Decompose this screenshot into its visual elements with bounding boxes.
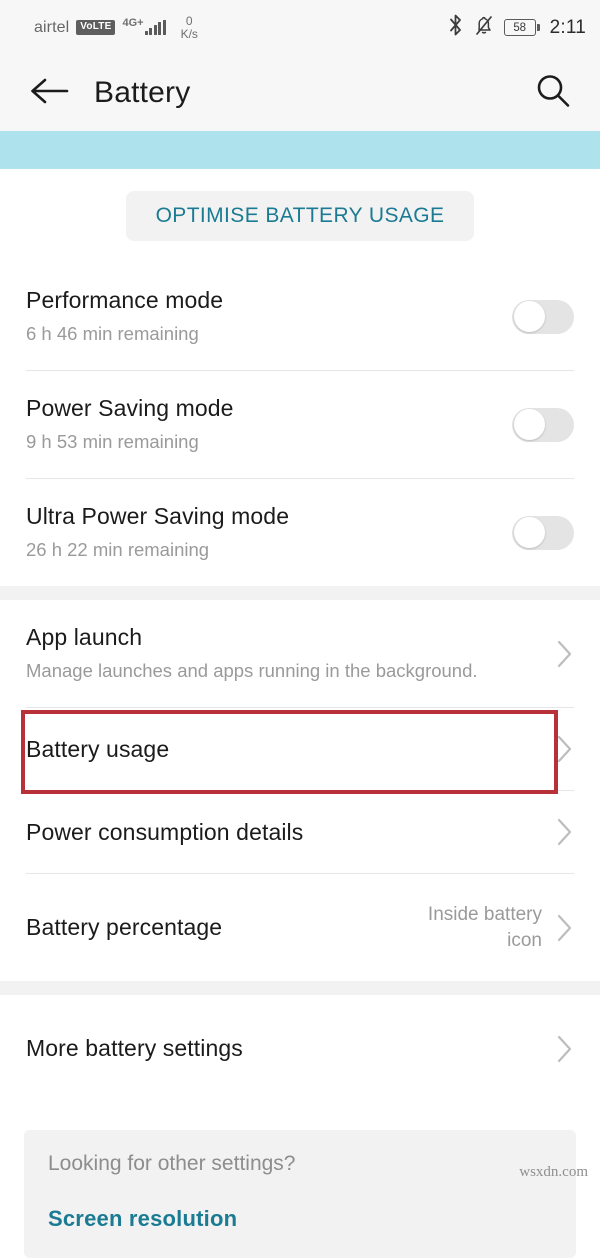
carrier-label: airtel	[34, 18, 70, 36]
row-subtitle: 9 h 53 min remaining	[26, 430, 199, 452]
row-battery-usage[interactable]: Battery usage	[0, 708, 600, 790]
row-title: More battery settings	[26, 1035, 243, 1061]
row-title: Power consumption details	[26, 818, 304, 845]
watermark: wsxdn.com	[519, 1164, 588, 1180]
row-texts: Performance mode 6 h 46 min remaining	[26, 287, 494, 346]
accent-band	[0, 131, 600, 169]
chevron-right-icon	[556, 1034, 574, 1064]
power-saving-mode-toggle[interactable]	[512, 407, 574, 442]
other-settings-card: Looking for other settings? Screen resol…	[24, 1130, 576, 1258]
section-separator	[0, 586, 600, 600]
row-texts: More battery settings	[26, 1035, 542, 1062]
other-settings-question: Looking for other settings?	[48, 1152, 296, 1175]
data-speed-value: 0	[185, 13, 193, 28]
toggle-knob	[513, 301, 545, 332]
more-settings-group: More battery settings	[0, 995, 600, 1102]
row-battery-percentage[interactable]: Battery percentage Inside battery icon	[0, 874, 600, 981]
chevron-right-icon	[556, 734, 574, 764]
clock-label: 2:11	[549, 16, 586, 38]
row-texts: Battery percentage	[26, 914, 380, 941]
search-button[interactable]	[530, 70, 576, 116]
toggle-knob	[513, 517, 545, 548]
optimise-battery-usage-button[interactable]: OPTIMISE BATTERY USAGE	[125, 191, 475, 241]
bluetooth-icon	[447, 14, 464, 41]
row-texts: App launch Manage launches and apps runn…	[26, 624, 542, 683]
row-title: Battery usage	[26, 735, 170, 762]
row-texts: Ultra Power Saving mode 26 h 22 min rema…	[26, 503, 494, 562]
row-power-consumption-details[interactable]: Power consumption details	[0, 791, 600, 873]
signal-bars-icon	[144, 20, 166, 35]
battery-indicator: 58	[503, 19, 540, 36]
row-texts: Power consumption details	[26, 819, 542, 846]
signal-strength-icon: 4G+	[122, 17, 166, 35]
chevron-right-icon	[556, 817, 574, 847]
back-button[interactable]	[26, 70, 72, 116]
row-title: Ultra Power Saving mode	[26, 502, 290, 529]
row-subtitle: 26 h 22 min remaining	[26, 538, 210, 560]
toggle-knob	[513, 409, 545, 440]
row-more-battery-settings[interactable]: More battery settings	[0, 995, 600, 1102]
chevron-right-icon	[556, 639, 574, 669]
row-title: Performance mode	[26, 286, 224, 313]
row-texts: Power Saving mode 9 h 53 min remaining	[26, 395, 494, 454]
battery-modes-group: Performance mode 6 h 46 min remaining Po…	[0, 263, 600, 586]
screen-resolution-link[interactable]: Screen resolution	[48, 1206, 552, 1232]
row-title: Battery percentage	[26, 914, 223, 940]
row-subtitle: 6 h 46 min remaining	[26, 322, 199, 344]
back-arrow-icon	[29, 76, 69, 111]
row-app-launch[interactable]: App launch Manage launches and apps runn…	[0, 600, 600, 707]
ultra-power-saving-mode-toggle[interactable]	[512, 515, 574, 550]
row-title: App launch	[26, 623, 143, 650]
search-icon	[534, 72, 572, 115]
section-separator	[0, 981, 600, 995]
performance-mode-toggle[interactable]	[512, 299, 574, 334]
data-speed-unit: K/s	[180, 26, 198, 41]
status-bar: airtel VoLTE 4G+ 0 K/s 58 2:11	[0, 0, 600, 55]
bell-muted-icon	[474, 14, 494, 41]
app-bar: Battery	[0, 55, 600, 131]
battery-settings-group: App launch Manage launches and apps runn…	[0, 600, 600, 981]
row-subtitle: Manage launches and apps running in the …	[26, 659, 478, 681]
row-power-saving-mode[interactable]: Power Saving mode 9 h 53 min remaining	[0, 371, 600, 478]
status-bar-left: airtel VoLTE 4G+ 0 K/s	[34, 15, 198, 40]
page-title: Battery	[94, 76, 191, 109]
battery-cap-icon	[537, 24, 540, 31]
volte-badge: VoLTE	[76, 20, 116, 35]
row-performance-mode[interactable]: Performance mode 6 h 46 min remaining	[0, 263, 600, 370]
chevron-right-icon	[556, 913, 574, 943]
row-title: Power Saving mode	[26, 394, 234, 421]
row-ultra-power-saving-mode[interactable]: Ultra Power Saving mode 26 h 22 min rema…	[0, 479, 600, 586]
data-speed-indicator: 0 K/s	[181, 15, 198, 40]
network-type-label: 4G+	[122, 17, 144, 29]
optimise-section: OPTIMISE BATTERY USAGE	[0, 169, 600, 263]
battery-percentage-value: Inside battery icon	[427, 903, 542, 951]
battery-level-label: 58	[503, 19, 536, 36]
status-bar-right: 58 2:11	[447, 0, 586, 55]
row-texts: Battery usage	[26, 736, 542, 763]
